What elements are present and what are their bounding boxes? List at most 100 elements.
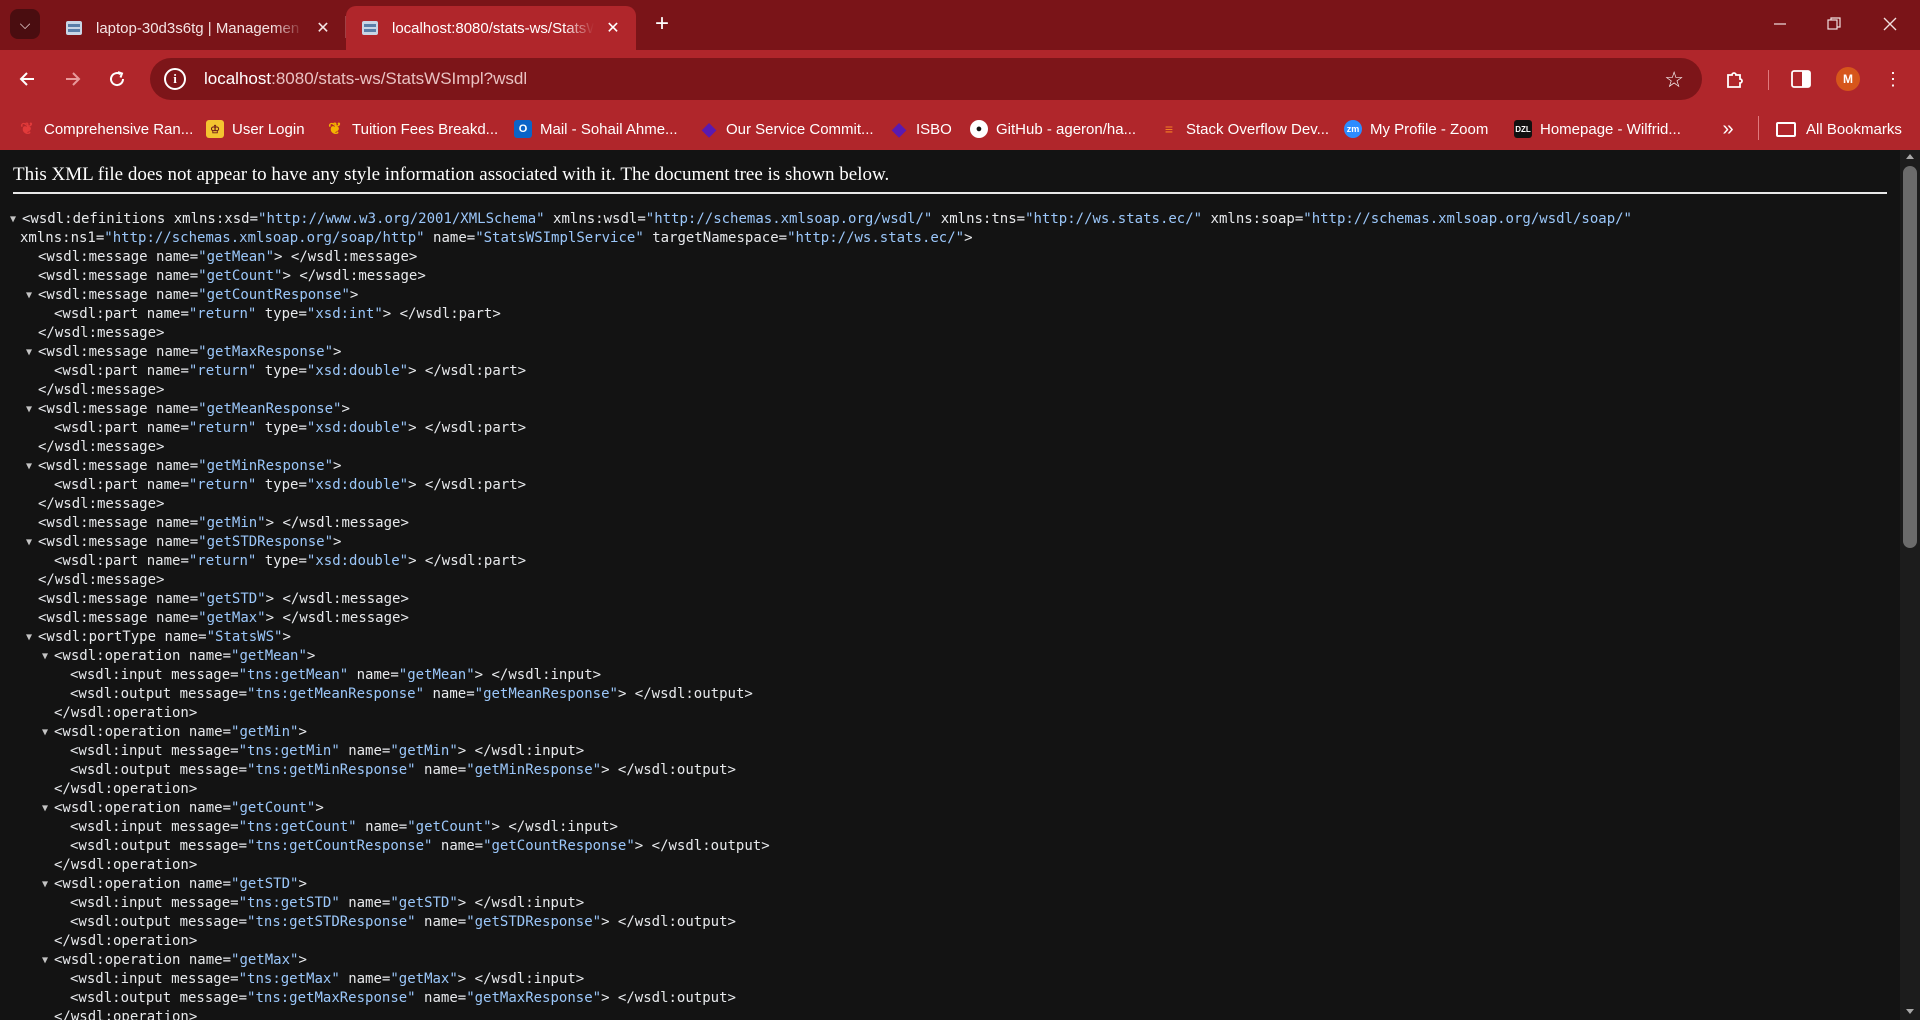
xml-attr-name: name	[156, 610, 190, 626]
address-bar[interactable]: i localhost:8080/stats-ws/StatsWSImpl?ws…	[150, 58, 1702, 100]
xml-tag-text: =	[180, 420, 189, 436]
xml-line: <wsdl:input message="tns:getSTD" name="g…	[12, 894, 1632, 913]
xml-tag-text: > </wsdl:output>	[601, 762, 736, 778]
xml-tag-text: > </wsdl:message>	[265, 515, 409, 531]
scroll-up-arrow-icon[interactable]	[1906, 154, 1914, 159]
collapse-toggle-icon[interactable]: ▼	[26, 457, 36, 476]
bookmark-label: User Login	[232, 120, 305, 138]
xml-line: ▼ <wsdl:definitions xmlns:xsd="http://www…	[10, 210, 1632, 229]
xml-attr-name: name	[156, 515, 190, 531]
xml-line: <wsdl:output message="tns:getMinResponse…	[12, 761, 1632, 780]
xml-line: </wsdl:message>	[12, 438, 1632, 457]
xml-attr-value: "xsd:int"	[306, 306, 383, 322]
collapse-toggle-icon[interactable]: ▼	[42, 799, 52, 818]
tab-management[interactable]: laptop-30d3s6tg | Managemen ✕	[50, 6, 346, 50]
xml-line: <wsdl:input message="tns:getMean" name="…	[12, 666, 1632, 685]
xml-attr-name: name	[156, 249, 190, 265]
xml-tag-text: <wsdl:message	[38, 591, 157, 607]
xml-attr-name: message	[179, 838, 239, 854]
xml-line: <wsdl:part name="return" type="xsd:doubl…	[12, 362, 1632, 381]
server-icon	[362, 21, 378, 35]
scroll-thumb[interactable]	[1903, 166, 1917, 548]
bookmark-item[interactable]: ♔ User Login	[206, 116, 305, 142]
xml-attr-value: "return"	[188, 477, 257, 493]
xml-tag-text	[1202, 211, 1210, 227]
xml-tag-text	[425, 230, 433, 246]
bookmark-item[interactable]: ◆ Our Service Commit...	[700, 116, 873, 142]
xml-attr-name: name	[156, 287, 190, 303]
xml-line: <wsdl:message name="getMin"> </wsdl:mess…	[12, 514, 1632, 533]
bookmark-item[interactable]: zm My Profile - Zoom	[1344, 116, 1488, 142]
xml-attr-name: message	[171, 743, 231, 759]
extensions-button[interactable]	[1718, 62, 1752, 96]
bookmark-item[interactable]: ◆ ISBO	[890, 116, 952, 142]
xml-tag-text: =	[180, 477, 189, 493]
xml-line: ▼ <wsdl:message name="getMeanResponse">	[12, 400, 1632, 419]
diamond-icon: ◆	[892, 118, 906, 139]
bookmark-item[interactable]: ❦ Tuition Fees Breakd...	[326, 116, 498, 142]
menu-button[interactable]: ⋮	[1876, 62, 1910, 96]
xml-tag-text: <wsdl:part	[54, 553, 147, 569]
xml-tag-text	[416, 914, 424, 930]
collapse-toggle-icon[interactable]: ▼	[26, 286, 36, 305]
xml-tag-text: =	[298, 420, 307, 436]
xml-attr-value: "http://schemas.xmlsoap.org/wsdl/"	[645, 211, 933, 227]
bookmark-item[interactable]: ≡ Stack Overflow Dev...	[1160, 116, 1329, 142]
xml-line: <wsdl:input message="tns:getCount" name=…	[12, 818, 1632, 837]
xml-tag-text: =	[189, 591, 199, 607]
collapse-toggle-icon[interactable]: ▼	[10, 210, 20, 229]
xml-tag-text: =	[298, 553, 307, 569]
xml-tag-text: =	[238, 762, 248, 778]
avatar[interactable]: M	[1836, 67, 1860, 91]
xml-tag-text: >	[333, 344, 342, 360]
tab-search-button[interactable]: ⌵	[10, 9, 40, 39]
collapse-toggle-icon[interactable]: ▼	[42, 951, 52, 970]
collapse-toggle-icon[interactable]: ▼	[26, 400, 36, 419]
xml-attr-name: message	[171, 667, 231, 683]
restore-button[interactable]	[1806, 0, 1862, 48]
all-bookmarks-button[interactable]: All Bookmarks	[1776, 116, 1902, 142]
xml-attr-value: "tns:getSTD"	[238, 895, 340, 911]
xml-attr-name: targetNamespace	[652, 230, 779, 246]
bookmark-item[interactable]: ❦ Comprehensive Ran...	[18, 116, 193, 142]
back-button[interactable]	[10, 62, 44, 96]
xml-attr-value: "getMaxResponse"	[466, 990, 602, 1006]
close-icon[interactable]: ✕	[602, 17, 624, 39]
bookmark-item[interactable]: ● GitHub - ageron/ha...	[970, 116, 1136, 142]
xml-tag-text: =	[398, 819, 408, 835]
xml-tag-text: <wsdl:input	[70, 971, 172, 987]
collapse-toggle-icon[interactable]: ▼	[42, 723, 52, 742]
xml-tag-text: =	[230, 819, 239, 835]
xml-tag-text: </wsdl:message>	[38, 572, 165, 588]
vertical-scrollbar[interactable]	[1900, 150, 1920, 1020]
bookmark-item[interactable]: DZL Homepage - Wilfrid...	[1514, 116, 1681, 142]
reload-button[interactable]	[100, 62, 134, 96]
tab-localhost[interactable]: localhost:8080/stats-ws/StatsW ✕	[346, 6, 636, 50]
forward-button[interactable]	[56, 62, 90, 96]
minimize-icon	[1774, 23, 1786, 25]
xml-tag-text: > </wsdl:output>	[601, 914, 736, 930]
new-tab-button[interactable]: +	[648, 10, 676, 38]
close-icon[interactable]: ✕	[312, 17, 334, 39]
url-text[interactable]: localhost:8080/stats-ws/StatsWSImpl?wsdl	[204, 69, 527, 89]
xml-attr-value: "getMinResponse"	[466, 762, 602, 778]
xml-line: </wsdl:operation>	[12, 704, 1632, 723]
collapse-toggle-icon[interactable]: ▼	[26, 628, 36, 647]
collapse-toggle-icon[interactable]: ▼	[42, 647, 52, 666]
collapse-toggle-icon[interactable]: ▼	[26, 533, 36, 552]
xml-tag-text: <wsdl:operation	[54, 800, 189, 816]
scroll-down-arrow-icon[interactable]	[1906, 1009, 1914, 1014]
bookmarks-overflow-button[interactable]: »	[1714, 116, 1742, 142]
minimize-button[interactable]	[1752, 0, 1808, 48]
info-icon[interactable]: i	[164, 68, 186, 90]
star-icon[interactable]: ☆	[1664, 67, 1684, 93]
folder-icon	[1776, 121, 1796, 137]
bookmark-item[interactable]: O Mail - Sohail Ahme...	[514, 116, 678, 142]
xml-attr-name: type	[264, 553, 299, 569]
collapse-toggle-icon[interactable]: ▼	[26, 343, 36, 362]
collapse-toggle-icon[interactable]: ▼	[42, 875, 52, 894]
side-panel-button[interactable]	[1784, 62, 1818, 96]
close-window-button[interactable]	[1862, 0, 1918, 48]
xml-tag-text: =	[466, 686, 475, 702]
toolbar-divider	[1768, 70, 1769, 90]
